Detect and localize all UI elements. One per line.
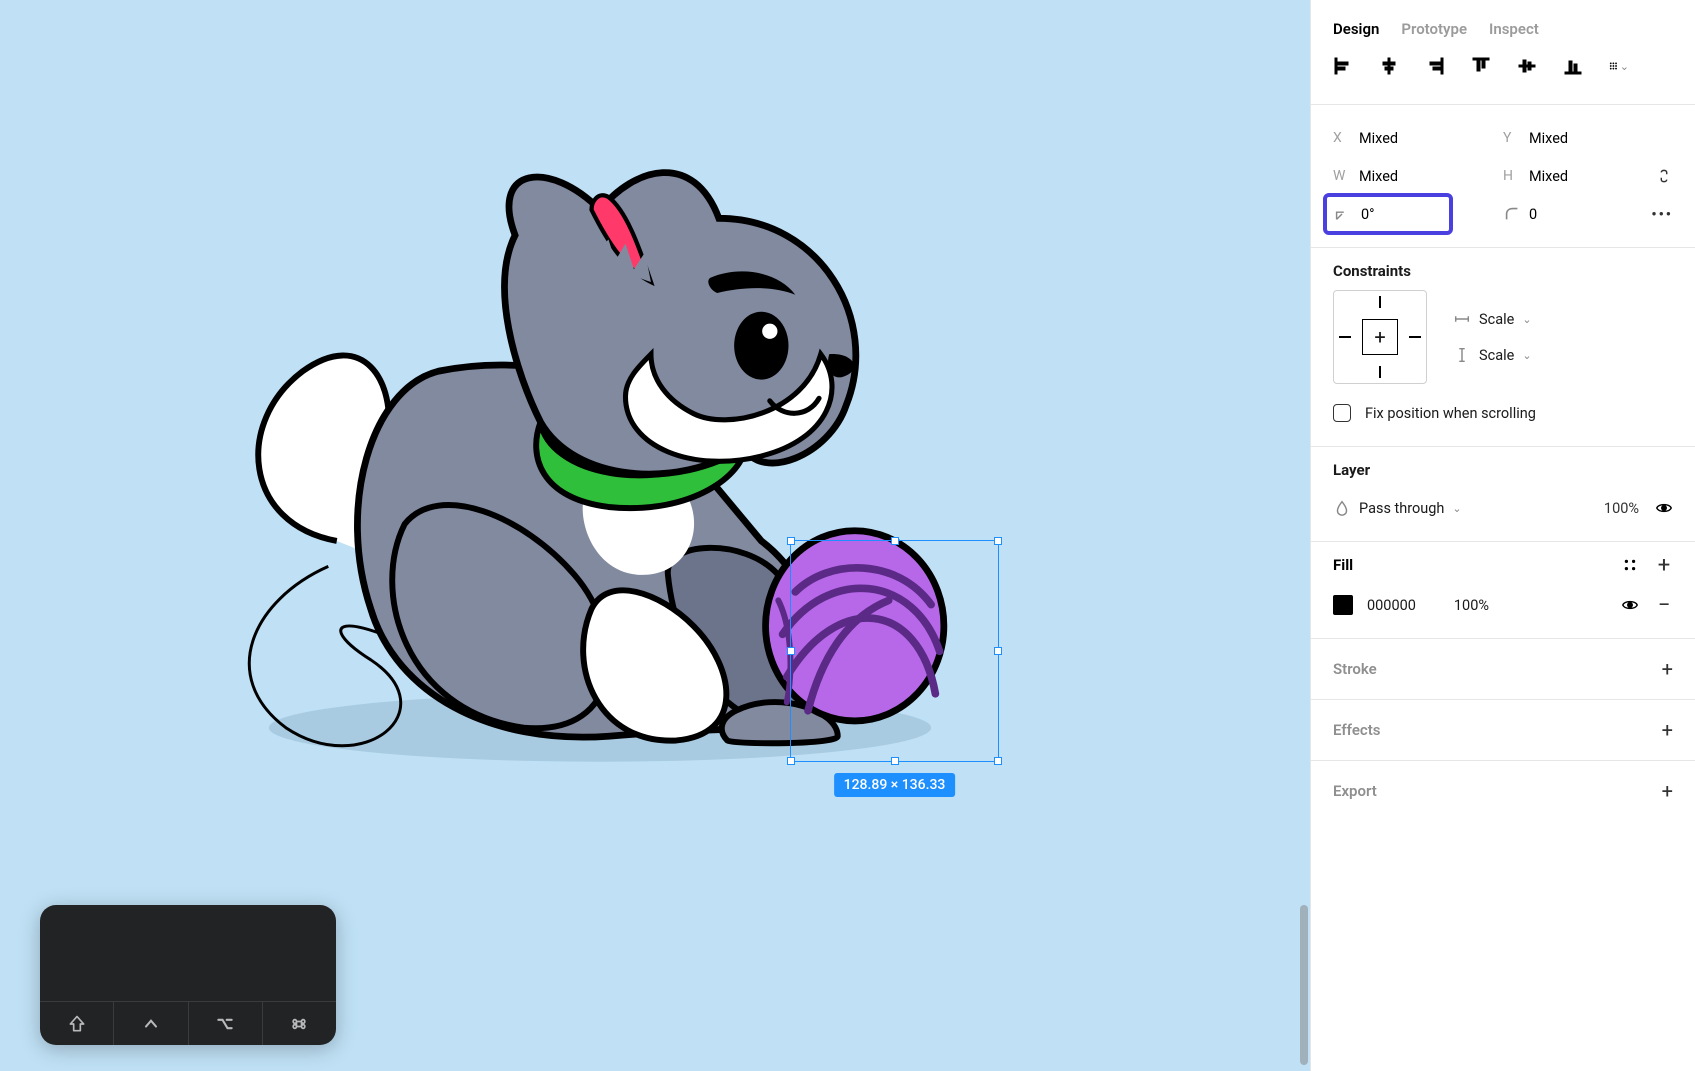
vertical-constraint-value: Scale [1479,347,1514,364]
w-value[interactable]: Mixed [1359,168,1398,185]
stroke-title: Stroke [1333,660,1377,678]
visibility-icon[interactable] [1655,499,1673,517]
resize-handle-middle-right[interactable] [994,647,1002,655]
x-value[interactable]: Mixed [1359,130,1398,147]
remove-fill-icon[interactable]: − [1655,596,1673,614]
constraints-title: Constraints [1333,262,1673,280]
rotation-field-highlight[interactable]: 0° [1323,193,1453,235]
command-key-button[interactable] [263,1002,336,1045]
align-hcenter-icon[interactable] [1379,56,1399,76]
y-value[interactable]: Mixed [1529,130,1568,147]
layer-opacity-value[interactable]: 100% [1604,500,1639,517]
tidy-up-icon[interactable]: ⌄ [1609,56,1629,76]
rotation-icon [1333,205,1351,223]
horizontal-constraint-value: Scale [1479,311,1514,328]
constrain-proportions-icon[interactable] [1655,167,1673,185]
export-title: Export [1333,782,1377,800]
resize-handle-top-left[interactable] [787,537,795,545]
style-picker-icon[interactable] [1621,556,1639,574]
resize-handle-top-right[interactable] [994,537,1002,545]
horizontal-icon [1453,310,1471,328]
w-label: W [1333,168,1351,184]
resize-handle-bottom-left[interactable] [787,757,795,765]
effects-title: Effects [1333,721,1380,739]
tab-inspect[interactable]: Inspect [1489,20,1539,38]
align-vcenter-icon[interactable] [1517,56,1537,76]
blend-mode-value: Pass through [1359,500,1444,517]
align-bottom-icon[interactable] [1563,56,1583,76]
effects-section[interactable]: Effects + [1311,699,1695,760]
add-effect-icon[interactable]: + [1662,718,1673,742]
tab-design[interactable]: Design [1333,20,1379,38]
resize-handle-bottom-right[interactable] [994,757,1002,765]
canvas-scrollbar-thumb[interactable] [1300,905,1308,1065]
add-export-icon[interactable]: + [1662,779,1673,803]
resize-handle-bottom-center[interactable] [891,757,899,765]
add-stroke-icon[interactable]: + [1662,657,1673,681]
add-fill-icon[interactable]: + [1655,556,1673,574]
corner-radius-value[interactable]: 0 [1529,206,1537,223]
vertical-constraint-select[interactable]: Scale ⌄ [1453,346,1532,364]
vertical-icon [1453,346,1471,364]
corner-radius-icon [1503,205,1521,223]
fill-opacity-value[interactable]: 100% [1454,597,1489,614]
rotation-value[interactable]: 0° [1361,206,1375,223]
align-top-icon[interactable] [1471,56,1491,76]
layer-title: Layer [1333,461,1673,479]
control-key-button[interactable] [114,1002,188,1045]
y-label: Y [1503,130,1521,146]
selection-bounding-box[interactable]: 128.89 × 136.33 [790,540,999,762]
align-right-icon[interactable] [1425,56,1445,76]
selection-size-label: 128.89 × 136.33 [834,773,956,797]
canvas[interactable]: 128.89 × 136.33 [0,0,1310,1071]
h-label: H [1503,168,1521,184]
fix-position-label: Fix position when scrolling [1365,405,1536,422]
constraints-widget[interactable]: + [1333,290,1427,384]
align-left-icon[interactable] [1333,56,1353,76]
export-section[interactable]: Export + [1311,760,1695,821]
fill-hex-value[interactable]: 000000 [1367,597,1416,614]
canvas-scrollbar[interactable] [1298,0,1310,1071]
modifier-keys-toolbar [40,905,336,1045]
fill-title: Fill [1333,556,1353,574]
blend-mode-icon [1333,499,1351,517]
x-label: X [1333,130,1351,146]
properties-panel: Design Prototype Inspect ⌄ X Mixed Y Mix… [1310,0,1695,1071]
h-value[interactable]: Mixed [1529,168,1568,185]
horizontal-constraint-select[interactable]: Scale ⌄ [1453,310,1532,328]
stroke-section[interactable]: Stroke + [1311,638,1695,699]
tab-prototype[interactable]: Prototype [1401,20,1467,38]
fix-position-checkbox[interactable] [1333,404,1351,422]
fill-visibility-icon[interactable] [1621,596,1639,614]
fill-color-swatch[interactable] [1333,595,1353,615]
option-key-button[interactable] [189,1002,263,1045]
resize-handle-top-center[interactable] [891,537,899,545]
shift-key-button[interactable] [40,1002,114,1045]
blend-mode-select[interactable]: Pass through ⌄ [1359,500,1462,517]
resize-handle-middle-left[interactable] [787,647,795,655]
independent-corners-icon[interactable]: ••• [1651,206,1673,223]
